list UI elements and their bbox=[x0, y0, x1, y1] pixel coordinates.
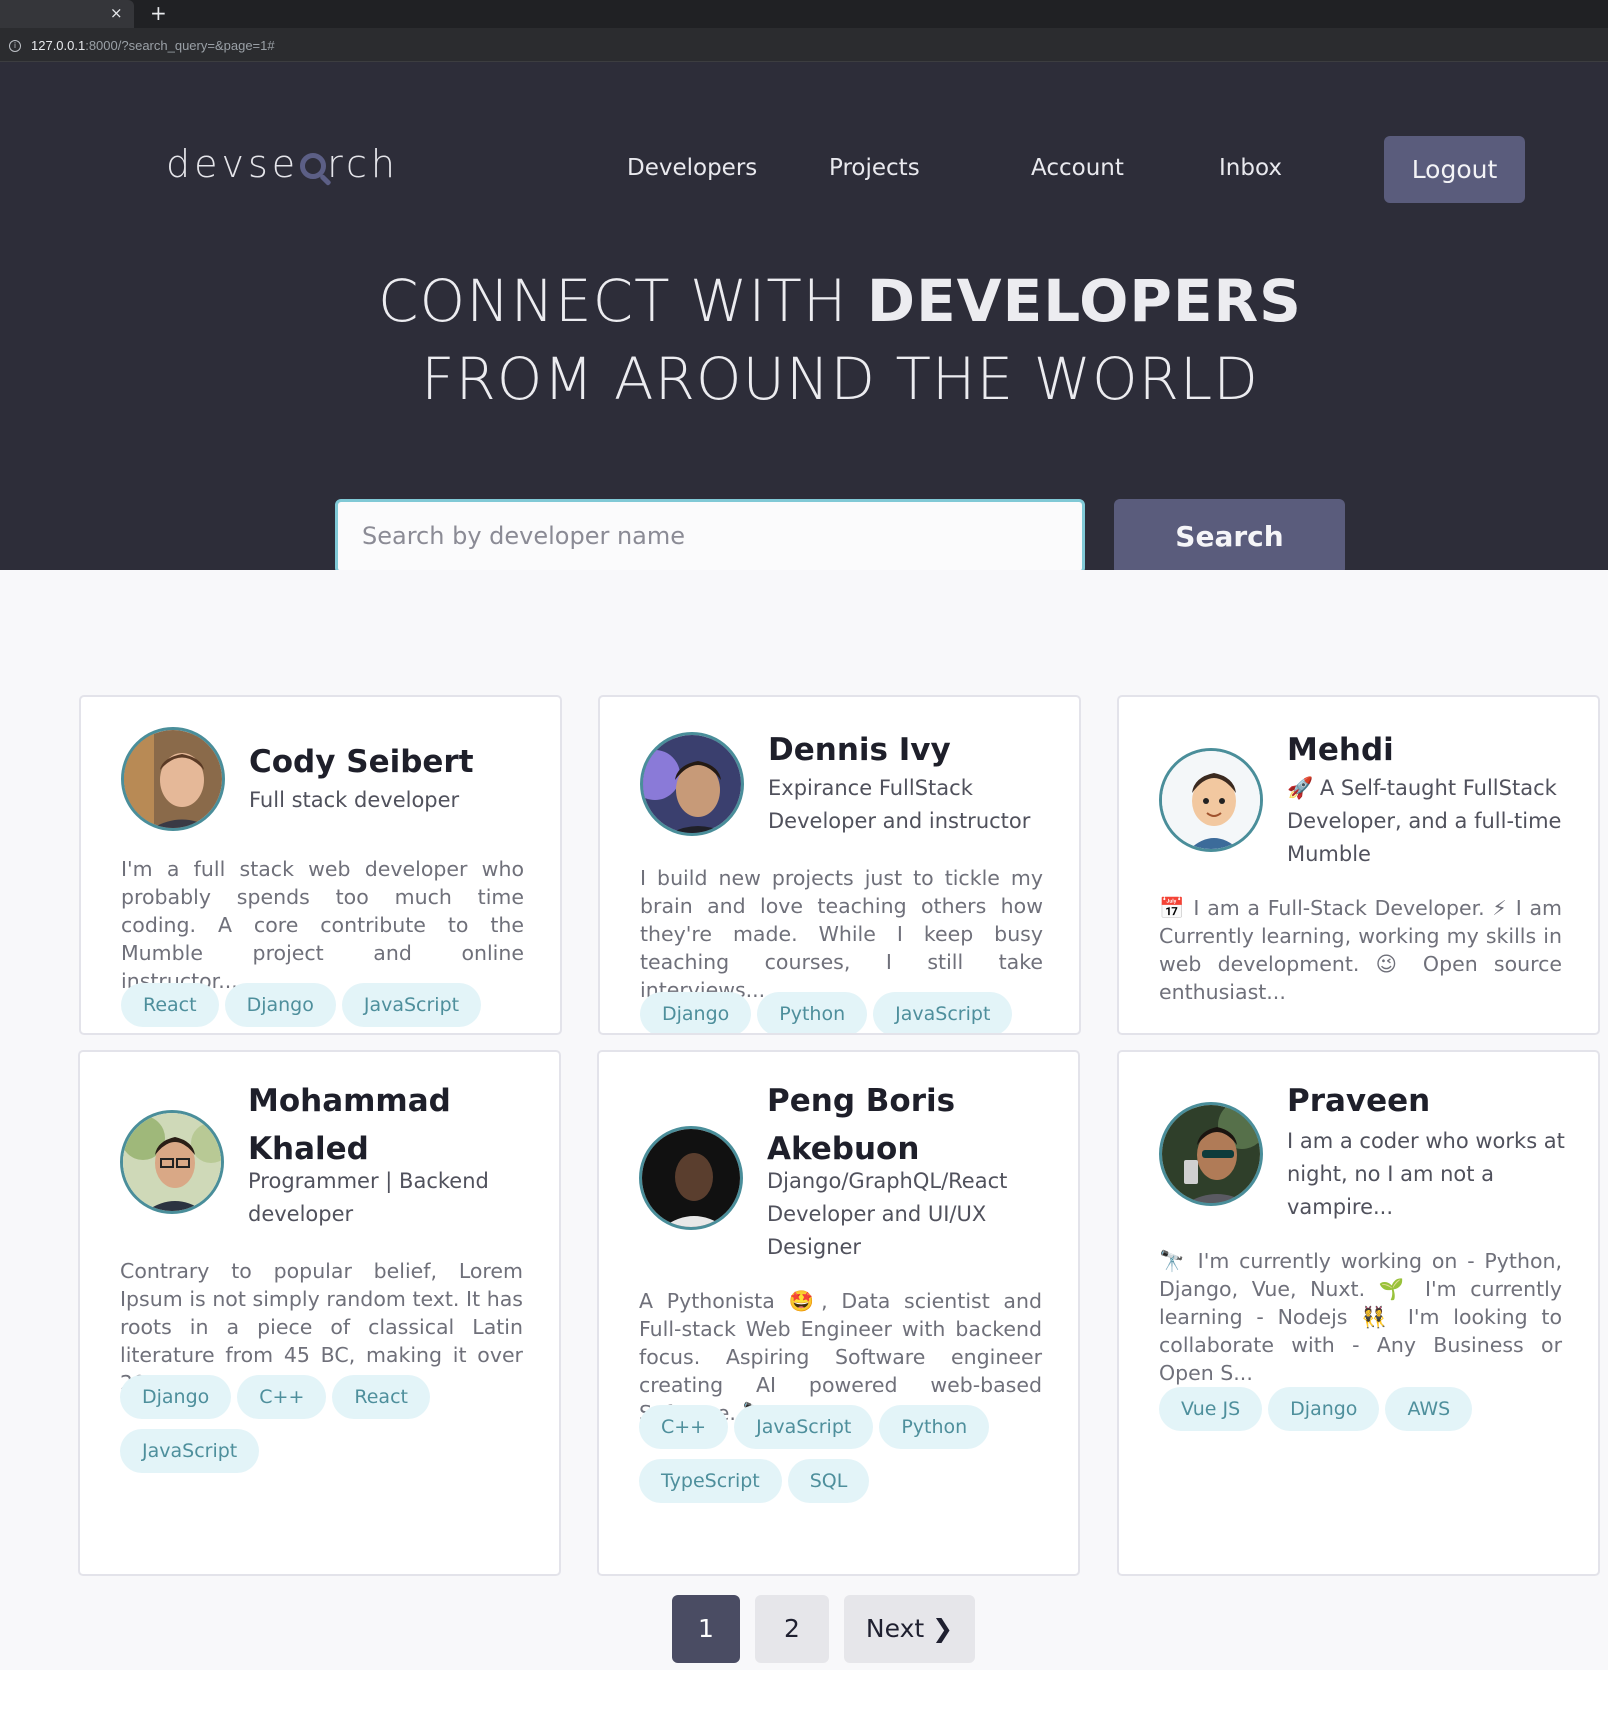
new-tab-icon[interactable]: + bbox=[150, 2, 167, 24]
hero-section: devse rch Developers Projects Account Inb… bbox=[0, 62, 1608, 575]
developer-tagline: Django/GraphQL/React Developer and UI/UX… bbox=[767, 1169, 1008, 1259]
developer-list: Cody Seibert Full stack developer I'm a … bbox=[0, 570, 1608, 1670]
url-text[interactable]: 127.0.0.1:8000/?search_query=&page=1# bbox=[31, 38, 275, 54]
nav-inbox[interactable]: Inbox bbox=[1219, 154, 1282, 182]
magnifier-logo-icon bbox=[300, 153, 327, 179]
headline-line-2: FROM AROUND THE WORLD bbox=[421, 345, 1259, 413]
close-tab-icon[interactable]: × bbox=[110, 4, 123, 22]
nav-account[interactable]: Account bbox=[1031, 154, 1124, 182]
skill-tags: Django Python JavaScript bbox=[640, 992, 1060, 1033]
developer-name[interactable]: Cody Seibert bbox=[249, 738, 544, 786]
nav-developers[interactable]: Developers bbox=[627, 154, 757, 182]
avatar bbox=[640, 732, 744, 836]
skill-tag[interactable]: React bbox=[121, 983, 219, 1027]
avatar bbox=[1159, 1102, 1263, 1206]
developer-tagline: Programmer | Backend developer bbox=[248, 1169, 489, 1226]
skill-tag[interactable]: AWS bbox=[1385, 1387, 1473, 1431]
url-path: :8000/?search_query=&page=1# bbox=[85, 38, 275, 53]
avatar bbox=[639, 1126, 743, 1230]
developer-name[interactable]: Praveen bbox=[1287, 1077, 1582, 1125]
skill-tag[interactable]: JavaScript bbox=[873, 992, 1013, 1033]
developer-tagline: 🚀 A Self-taught FullStack Developer, and… bbox=[1287, 776, 1562, 866]
address-bar[interactable]: i 127.0.0.1:8000/?search_query=&page=1# bbox=[0, 28, 1608, 62]
skill-tags: React Django JavaScript bbox=[121, 983, 541, 1033]
developer-name[interactable]: Dennis Ivy bbox=[768, 726, 1063, 774]
skill-tag[interactable]: Vue JS bbox=[1159, 1387, 1263, 1431]
logo-text-end: rch bbox=[327, 142, 399, 186]
skill-tags: C++ JavaScript Python TypeScript SQL bbox=[639, 1405, 1059, 1513]
developer-bio: I build new projects just to tickle my b… bbox=[640, 866, 1043, 1002]
developer-card-mohammad-khaled[interactable]: Mohammad Khaled Programmer | Backend dev… bbox=[78, 1050, 561, 1576]
browser-tab-bar: × + bbox=[0, 0, 1608, 28]
developer-card-praveen[interactable]: Praveen I am a coder who works at night,… bbox=[1117, 1050, 1600, 1576]
page-button-2[interactable]: 2 bbox=[755, 1595, 829, 1663]
developer-bio: 🔭 I'm currently working on - Python, Dja… bbox=[1159, 1249, 1562, 1385]
developer-card-mehdi[interactable]: Mehdi 🚀 A Self-taught FullStack Develope… bbox=[1117, 695, 1600, 1035]
url-host: 127.0.0.1 bbox=[31, 38, 86, 53]
developer-bio: 📅 I am a Full-Stack Developer. ⚡ I am Cu… bbox=[1159, 896, 1562, 1004]
skill-tag[interactable]: SQL bbox=[787, 1459, 870, 1503]
skill-tags: Vue JS Django AWS bbox=[1159, 1387, 1579, 1441]
skill-tags: Django C++ React JavaScript bbox=[120, 1375, 540, 1483]
developer-card-dennis-ivy[interactable]: Dennis Ivy Expirance FullStack Developer… bbox=[598, 695, 1081, 1035]
devsearch-logo[interactable]: devse rch bbox=[166, 142, 399, 186]
logo-text-start: devse bbox=[166, 142, 300, 186]
skill-tag[interactable]: Python bbox=[757, 992, 868, 1033]
skill-tag[interactable]: React bbox=[332, 1375, 430, 1419]
page-button-1[interactable]: 1 bbox=[672, 1595, 740, 1663]
skill-tag[interactable]: TypeScript bbox=[639, 1459, 782, 1503]
search-button[interactable]: Search bbox=[1114, 499, 1345, 575]
next-page-button[interactable]: Next ❯ bbox=[844, 1595, 975, 1663]
hero-headline: CONNECT WITH DEVELOPERS FROM AROUND THE … bbox=[0, 262, 1608, 418]
avatar bbox=[1159, 748, 1263, 852]
skill-tag[interactable]: Django bbox=[224, 983, 336, 1027]
skill-tag[interactable]: C++ bbox=[237, 1375, 327, 1419]
developer-name[interactable]: Mohammad Khaled bbox=[248, 1077, 543, 1173]
info-icon[interactable]: i bbox=[9, 40, 21, 52]
developer-card-cody-seibert[interactable]: Cody Seibert Full stack developer I'm a … bbox=[79, 695, 562, 1035]
skill-tag[interactable]: Django bbox=[120, 1375, 232, 1419]
headline-line-1: CONNECT WITH DEVELOPERS bbox=[0, 262, 1608, 340]
developer-card-peng-boris-akebuon[interactable]: Peng Boris Akebuon Django/GraphQL/React … bbox=[597, 1050, 1080, 1576]
developer-tagline: I am a coder who works at night, no I am… bbox=[1287, 1129, 1565, 1219]
developer-tagline: Expirance FullStack Developer and instru… bbox=[768, 776, 1031, 833]
search-input[interactable]: Search by developer name bbox=[335, 499, 1085, 574]
skill-tag[interactable]: JavaScript bbox=[734, 1405, 874, 1449]
nav-projects[interactable]: Projects bbox=[829, 154, 920, 182]
developer-name[interactable]: Peng Boris Akebuon bbox=[767, 1077, 1062, 1173]
avatar bbox=[120, 1110, 224, 1214]
developer-tagline: Full stack developer bbox=[249, 788, 460, 812]
headline-text: CONNECT WITH bbox=[378, 267, 867, 335]
skill-tag[interactable]: JavaScript bbox=[120, 1429, 260, 1473]
skill-tag[interactable]: Django bbox=[640, 992, 752, 1033]
avatar bbox=[121, 727, 225, 831]
developer-name[interactable]: Mehdi bbox=[1287, 726, 1582, 774]
browser-tab[interactable]: × bbox=[0, 0, 134, 28]
skill-tag[interactable]: JavaScript bbox=[341, 983, 482, 1027]
skill-tag[interactable]: Django bbox=[1268, 1387, 1380, 1431]
logout-button[interactable]: Logout bbox=[1384, 136, 1525, 203]
skill-tag[interactable]: Python bbox=[879, 1405, 990, 1449]
skill-tag[interactable]: C++ bbox=[639, 1405, 729, 1449]
developer-bio: I'm a full stack web developer who proba… bbox=[121, 857, 524, 993]
headline-emphasis: DEVELOPERS bbox=[866, 267, 1302, 335]
